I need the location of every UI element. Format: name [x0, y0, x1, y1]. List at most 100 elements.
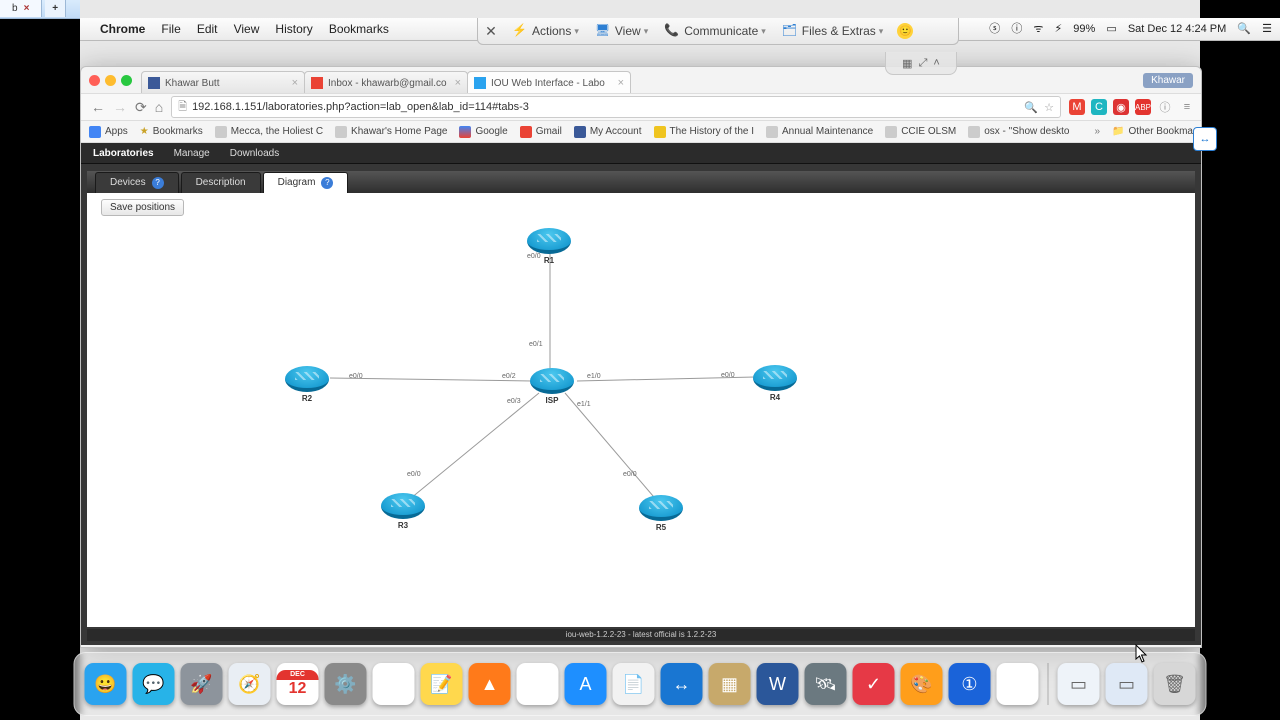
dock-vmware[interactable]: ▦: [709, 663, 751, 705]
home-button[interactable]: ⌂: [155, 99, 163, 115]
tv-communicate[interactable]: 📞Communicate▾: [664, 23, 766, 39]
gmail-ext-icon[interactable]: M: [1069, 99, 1085, 115]
bookmark-item[interactable]: Mecca, the Holiest C: [215, 126, 323, 138]
menu-file[interactable]: File: [161, 22, 180, 36]
menu-history[interactable]: History: [275, 22, 312, 36]
nav-manage[interactable]: Manage: [174, 148, 210, 159]
dock-teamviewer2[interactable]: ↔: [997, 663, 1039, 705]
tv-view[interactable]: 🖥View▾: [595, 23, 648, 39]
dock-appstore[interactable]: A: [565, 663, 607, 705]
bookmark-item[interactable]: My Account: [574, 126, 642, 138]
teamviewer-side-tab[interactable]: ↔: [1193, 127, 1217, 151]
charge-icon[interactable]: ⚡︎: [1054, 23, 1062, 35]
reload-button[interactable]: ⟳: [135, 99, 147, 116]
menu-bookmarks[interactable]: Bookmarks: [329, 22, 389, 36]
bookmark-item[interactable]: ★Bookmarks: [140, 126, 203, 137]
tv-add-tab[interactable]: +: [45, 0, 66, 17]
browser-tab[interactable]: Inbox - khawarb@gmail.co×: [304, 71, 468, 94]
tab-devices[interactable]: Devices?: [95, 172, 179, 193]
network-diagram[interactable]: R1 ISP R2 R3 R4 R5 e0/0 e0/1 e0/0 e0/2 e…: [87, 223, 1195, 627]
info-icon[interactable]: ⓘ: [1157, 99, 1173, 115]
notification-center-icon[interactable]: ☰: [1262, 23, 1272, 35]
close-icon[interactable]: ×: [455, 77, 461, 89]
clock[interactable]: Sat Dec 12 4:24 PM: [1128, 23, 1226, 35]
bookmark-item[interactable]: osx - "Show deskto: [968, 126, 1069, 138]
router-r5[interactable]: R5: [636, 495, 686, 532]
ext-icon[interactable]: ◉: [1113, 99, 1129, 115]
dock-safari[interactable]: 🧭: [229, 663, 271, 705]
tv-actions[interactable]: ⚡Actions▾: [512, 23, 579, 39]
tv-session-tab[interactable]: b×: [0, 0, 42, 17]
dock-notes[interactable]: 📝: [421, 663, 463, 705]
dock-vlc[interactable]: ▲: [469, 663, 511, 705]
dock-teamviewer[interactable]: ↔: [661, 663, 703, 705]
window-controls[interactable]: [89, 75, 137, 89]
bookmark-overflow[interactable]: »: [1095, 126, 1101, 137]
bookmark-item[interactable]: Annual Maintenance: [766, 126, 873, 138]
close-icon[interactable]: ×: [292, 77, 298, 89]
browser-tab[interactable]: Khawar Butt×: [141, 71, 305, 94]
back-button[interactable]: ←: [91, 99, 105, 115]
tv-files[interactable]: 🗂Files & Extras▾: [782, 23, 884, 39]
close-icon[interactable]: ×: [618, 77, 624, 89]
menubar-app[interactable]: Chrome: [100, 22, 145, 36]
router-r4[interactable]: R4: [750, 365, 800, 402]
dock-paint[interactable]: 🎨: [901, 663, 943, 705]
close-icon[interactable]: ×: [24, 3, 30, 14]
dock-doc2[interactable]: ▭: [1106, 663, 1148, 705]
tv-feedback[interactable]: 🙂: [897, 23, 913, 39]
dock-settings[interactable]: ⚙️: [325, 663, 367, 705]
other-bookmarks[interactable]: 📁Other Bookma: [1112, 126, 1193, 137]
bookmark-apps[interactable]: Apps: [89, 126, 128, 138]
status-icon[interactable]: ⓘ: [1011, 23, 1022, 35]
ext-icon[interactable]: C: [1091, 99, 1107, 115]
help-icon[interactable]: ?: [152, 177, 164, 189]
dock-finder[interactable]: 😀: [85, 663, 127, 705]
bookmark-item[interactable]: Khawar's Home Page: [335, 126, 447, 138]
router-icon: [285, 366, 329, 392]
tab-diagram[interactable]: Diagram?: [263, 172, 349, 193]
menu-edit[interactable]: Edit: [197, 22, 218, 36]
router-r2[interactable]: R2: [282, 366, 332, 403]
search-icon[interactable]: 🔍: [1024, 101, 1038, 114]
abp-ext-icon[interactable]: ABP: [1135, 99, 1151, 115]
iface-label: e0/3: [507, 398, 521, 405]
browser-tab-active[interactable]: IOU Web Interface - Labo×: [467, 71, 631, 94]
spotlight-icon[interactable]: 🔍: [1237, 23, 1251, 35]
dock-maps[interactable]: 🛰: [805, 663, 847, 705]
dock-trash[interactable]: 🗑: [1154, 663, 1196, 705]
dock-launchpad[interactable]: 🚀: [181, 663, 223, 705]
router-isp[interactable]: ISP: [527, 368, 577, 405]
nav-laboratories[interactable]: Laboratories: [93, 148, 154, 159]
star-icon[interactable]: ☆: [1044, 101, 1054, 114]
dock-itunes[interactable]: ♪: [517, 663, 559, 705]
dock-chrome[interactable]: ◉: [373, 663, 415, 705]
tv-close-session[interactable]: ✕: [478, 23, 504, 40]
wifi-icon[interactable]: ᯤ: [1033, 23, 1043, 35]
bookmark-item[interactable]: CCIE OLSM: [885, 126, 956, 138]
bookmark-item[interactable]: The History of the I: [654, 126, 754, 138]
help-icon[interactable]: ?: [321, 177, 333, 189]
mac-dock: 😀💬🚀🧭DEC12⚙️◉📝▲♪A📄↔▦W🛰✓🎨①↔▭▭🗑: [74, 652, 1207, 716]
dock-doc1[interactable]: ▭: [1058, 663, 1100, 705]
dock-textedit[interactable]: 📄: [613, 663, 655, 705]
bookmark-item[interactable]: Gmail: [520, 126, 562, 138]
dock-word[interactable]: W: [757, 663, 799, 705]
save-positions-button[interactable]: Save positions: [101, 199, 184, 216]
dock-messages[interactable]: 💬: [133, 663, 175, 705]
router-r3[interactable]: R3: [378, 493, 428, 530]
bookmark-item[interactable]: Google: [459, 126, 507, 138]
nav-downloads[interactable]: Downloads: [230, 148, 279, 159]
chrome-profile-chip[interactable]: Khawar: [1143, 73, 1193, 88]
dock-calendar[interactable]: DEC12: [277, 663, 319, 705]
tv-toolbar-handle[interactable]: ▦ ⤢ ˄: [885, 52, 957, 75]
address-bar[interactable]: 🗎192.168.1.151/laboratories.php?action=l…: [171, 96, 1061, 118]
chrome-menu-icon[interactable]: ≡: [1179, 99, 1195, 115]
tab-description[interactable]: Description: [181, 172, 261, 193]
battery-icon[interactable]: ▭: [1106, 23, 1116, 35]
forward-button[interactable]: →: [113, 99, 127, 115]
dock-todo[interactable]: ✓: [853, 663, 895, 705]
skype-icon[interactable]: ⓢ: [989, 23, 1000, 35]
dock-1password[interactable]: ①: [949, 663, 991, 705]
menu-view[interactable]: View: [234, 22, 260, 36]
